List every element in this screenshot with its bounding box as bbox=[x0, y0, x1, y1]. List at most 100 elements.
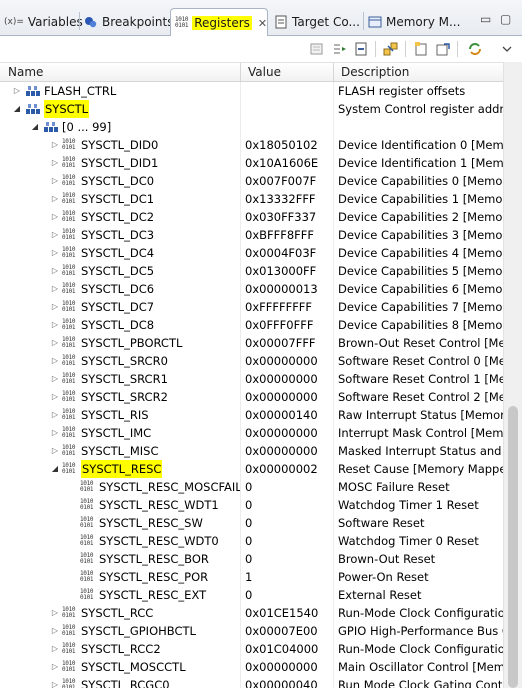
expand-arrow-icon[interactable]: ▷ bbox=[50, 388, 60, 406]
collapse-arrow-icon[interactable]: ◢ bbox=[12, 100, 22, 118]
value-cell[interactable]: 0x013000FF bbox=[240, 262, 333, 280]
expand-arrow-icon[interactable]: ▷ bbox=[50, 676, 60, 688]
expand-arrow-icon[interactable]: ▷ bbox=[50, 406, 60, 424]
column-name-header[interactable]: Name bbox=[0, 63, 240, 83]
minimize-icon[interactable]: ▭ bbox=[480, 12, 491, 26]
tree-row[interactable]: ▷ 1010 0101 SYSCTL_DID0 0x18050102 Device Ide… bbox=[0, 136, 503, 154]
collapse-arrow-icon[interactable]: ◢ bbox=[30, 118, 40, 136]
value-cell[interactable] bbox=[240, 118, 333, 136]
value-cell[interactable]: 0x00000013 bbox=[240, 280, 333, 298]
tab-breakpoints[interactable]: Breakpoints bbox=[84, 8, 173, 36]
tree-row[interactable]: 1010 0101 SYSCTL_RESC_MOSCFAIL 0 MOSC Failur… bbox=[0, 478, 503, 496]
value-cell[interactable]: 0x00000000 bbox=[240, 658, 333, 676]
expand-arrow-icon[interactable]: ▷ bbox=[50, 298, 60, 316]
scrollbar-thumb[interactable] bbox=[508, 406, 518, 688]
tree-row[interactable]: 1010 0101 SYSCTL_RESC_POR 1 Power-On Reset bbox=[0, 568, 503, 586]
value-cell[interactable]: 0x18050102 bbox=[240, 136, 333, 154]
close-icon[interactable]: ✕ bbox=[258, 17, 267, 30]
tree-row[interactable]: ▷ 1010 0101 SYSCTL_DC1 0x13332FFF Device Capa… bbox=[0, 190, 503, 208]
sync-icon[interactable] bbox=[466, 40, 484, 58]
value-cell[interactable] bbox=[240, 100, 333, 118]
value-cell[interactable]: 1 bbox=[240, 568, 333, 586]
tree-row[interactable]: ▷ 1010 0101 SYSCTL_RIS 0x00000140 Raw Interru… bbox=[0, 406, 503, 424]
value-cell[interactable]: 0x0004F03F bbox=[240, 244, 333, 262]
refresh-icon[interactable] bbox=[382, 40, 400, 58]
expand-arrow-icon[interactable]: ▷ bbox=[50, 424, 60, 442]
tree-row[interactable]: 1010 0101 SYSCTL_RESC_SW 0 Software Reset bbox=[0, 514, 503, 532]
value-cell[interactable]: 0x01C04000 bbox=[240, 640, 333, 658]
value-cell[interactable]: 0x00000040 bbox=[240, 676, 333, 688]
expand-arrow-icon[interactable]: ▷ bbox=[50, 226, 60, 244]
new-group-icon[interactable] bbox=[330, 40, 348, 58]
value-cell[interactable]: 0x00007E00 bbox=[240, 622, 333, 640]
tab-target-console[interactable]: Target Co... bbox=[274, 8, 360, 36]
column-value-header[interactable]: Value bbox=[240, 63, 333, 83]
tree-row[interactable]: ▷ 1010 0101 SYSCTL_DC8 0x0FFF0FFF Device Capa… bbox=[0, 316, 503, 334]
tree-row[interactable]: ◢ [0 ... 99] bbox=[0, 118, 503, 136]
tree-row[interactable]: ▷ 1010 0101 SYSCTL_DC7 0xFFFFFFFF Device Capa… bbox=[0, 298, 503, 316]
expand-arrow-icon[interactable]: ▷ bbox=[12, 82, 22, 100]
tree-row[interactable]: ▷ 1010 0101 SYSCTL_DC6 0x00000013 Device Capa… bbox=[0, 280, 503, 298]
tab-variables[interactable]: (x)= Variables bbox=[4, 8, 83, 36]
maximize-icon[interactable]: ▢ bbox=[500, 12, 511, 26]
value-cell[interactable]: 0 bbox=[240, 532, 333, 550]
tree-row[interactable]: ▷ 1010 0101 SYSCTL_MISC 0x00000000 Masked Int… bbox=[0, 442, 503, 460]
expand-arrow-icon[interactable]: ▷ bbox=[50, 658, 60, 676]
expand-arrow-icon[interactable]: ▷ bbox=[50, 136, 60, 154]
expand-arrow-icon[interactable]: ▷ bbox=[50, 370, 60, 388]
tree-row[interactable]: ▷ 1010 0101 SYSCTL_DC4 0x0004F03F Device Capa… bbox=[0, 244, 503, 262]
expand-arrow-icon[interactable]: ▷ bbox=[50, 172, 60, 190]
expand-arrow-icon[interactable]: ▷ bbox=[50, 262, 60, 280]
tree-row[interactable]: ▷ 1010 0101 SYSCTL_RCC 0x01CE1540 Run-Mode Cl… bbox=[0, 604, 503, 622]
expand-arrow-icon[interactable]: ▷ bbox=[50, 154, 60, 172]
tree-row[interactable]: ▷ 1010 0101 SYSCTL_PBORCTL 0x00007FFF Brown-O… bbox=[0, 334, 503, 352]
expand-arrow-icon[interactable]: ▷ bbox=[50, 244, 60, 262]
tree-row[interactable]: ▷ 1010 0101 SYSCTL_GPIOHBCTL 0x00007E00 GPIO … bbox=[0, 622, 503, 640]
value-cell[interactable]: 0x00000000 bbox=[240, 442, 333, 460]
expand-arrow-icon[interactable]: ▷ bbox=[50, 316, 60, 334]
collapse-all-icon[interactable] bbox=[352, 40, 370, 58]
expand-arrow-icon[interactable]: ▷ bbox=[50, 640, 60, 658]
value-cell[interactable] bbox=[240, 82, 333, 100]
tree-row[interactable]: ▷ FLASH_CTRL FLASH register offsets bbox=[0, 82, 503, 100]
tree-row[interactable]: 1010 0101 SYSCTL_RESC_WDT1 0 Watchdog Timer … bbox=[0, 496, 503, 514]
value-cell[interactable]: 0 bbox=[240, 586, 333, 604]
tree-row[interactable]: ▷ 1010 0101 SYSCTL_MOSCCTL 0x00000000 Main Os… bbox=[0, 658, 503, 676]
expand-arrow-icon[interactable]: ▷ bbox=[50, 442, 60, 460]
value-cell[interactable]: 0 bbox=[240, 496, 333, 514]
tree-row[interactable]: ▷ 1010 0101 SYSCTL_RCGC0 0x00000040 Run Mode … bbox=[0, 676, 503, 688]
value-cell[interactable]: 0x00000000 bbox=[240, 424, 333, 442]
value-cell[interactable]: 0x00000140 bbox=[240, 406, 333, 424]
expand-arrow-icon[interactable]: ▷ bbox=[50, 208, 60, 226]
tree-row[interactable]: ▷ 1010 0101 SYSCTL_RCC2 0x01C04000 Run-Mode C… bbox=[0, 640, 503, 658]
tab-memory-map[interactable]: Memory M... bbox=[368, 8, 460, 36]
value-cell[interactable]: 0x00000000 bbox=[240, 352, 333, 370]
value-cell[interactable]: 0x0FFF0FFF bbox=[240, 316, 333, 334]
value-cell[interactable]: 0 bbox=[240, 550, 333, 568]
value-cell[interactable]: 0x030FF337 bbox=[240, 208, 333, 226]
toggle-format-icon[interactable] bbox=[308, 40, 326, 58]
vertical-scrollbar[interactable] bbox=[503, 62, 522, 688]
tree-row[interactable]: 1010 0101 SYSCTL_RESC_WDT0 0 Watchdog Timer … bbox=[0, 532, 503, 550]
new-register-icon[interactable] bbox=[412, 40, 430, 58]
value-cell[interactable]: 0x01CE1540 bbox=[240, 604, 333, 622]
tree-row[interactable]: ▷ 1010 0101 SYSCTL_DC5 0x013000FF Device Capa… bbox=[0, 262, 503, 280]
view-menu-icon[interactable] bbox=[498, 40, 516, 58]
tree-row[interactable]: ▷ 1010 0101 SYSCTL_DC0 0x007F007F Device Capa… bbox=[0, 172, 503, 190]
tree-row[interactable]: ▷ 1010 0101 SYSCTL_SRCR2 0x00000000 Software … bbox=[0, 388, 503, 406]
tree-row[interactable]: ▷ 1010 0101 SYSCTL_DC2 0x030FF337 Device Capa… bbox=[0, 208, 503, 226]
value-cell[interactable]: 0 bbox=[240, 514, 333, 532]
value-cell[interactable]: 0xBFFF8FFF bbox=[240, 226, 333, 244]
tree-row[interactable]: 1010 0101 SYSCTL_RESC_EXT 0 External Reset bbox=[0, 586, 503, 604]
value-cell[interactable]: 0x13332FFF bbox=[240, 190, 333, 208]
expand-arrow-icon[interactable]: ▷ bbox=[50, 622, 60, 640]
value-cell[interactable]: 0x10A1606E bbox=[240, 154, 333, 172]
expand-arrow-icon[interactable]: ▷ bbox=[50, 190, 60, 208]
value-cell[interactable]: 0x007F007F bbox=[240, 172, 333, 190]
tree-row[interactable]: ▷ 1010 0101 SYSCTL_DC3 0xBFFF8FFF Device Capa… bbox=[0, 226, 503, 244]
tree-row[interactable]: ▷ 1010 0101 SYSCTL_SRCR0 0x00000000 Software … bbox=[0, 352, 503, 370]
expand-arrow-icon[interactable]: ▷ bbox=[50, 334, 60, 352]
expand-arrow-icon[interactable]: ▷ bbox=[50, 280, 60, 298]
tree-row[interactable]: ◢ 1010 0101 SYSCTL_RESC 0x00000002 Reset Caus… bbox=[0, 460, 503, 478]
value-cell[interactable]: 0 bbox=[240, 478, 333, 496]
